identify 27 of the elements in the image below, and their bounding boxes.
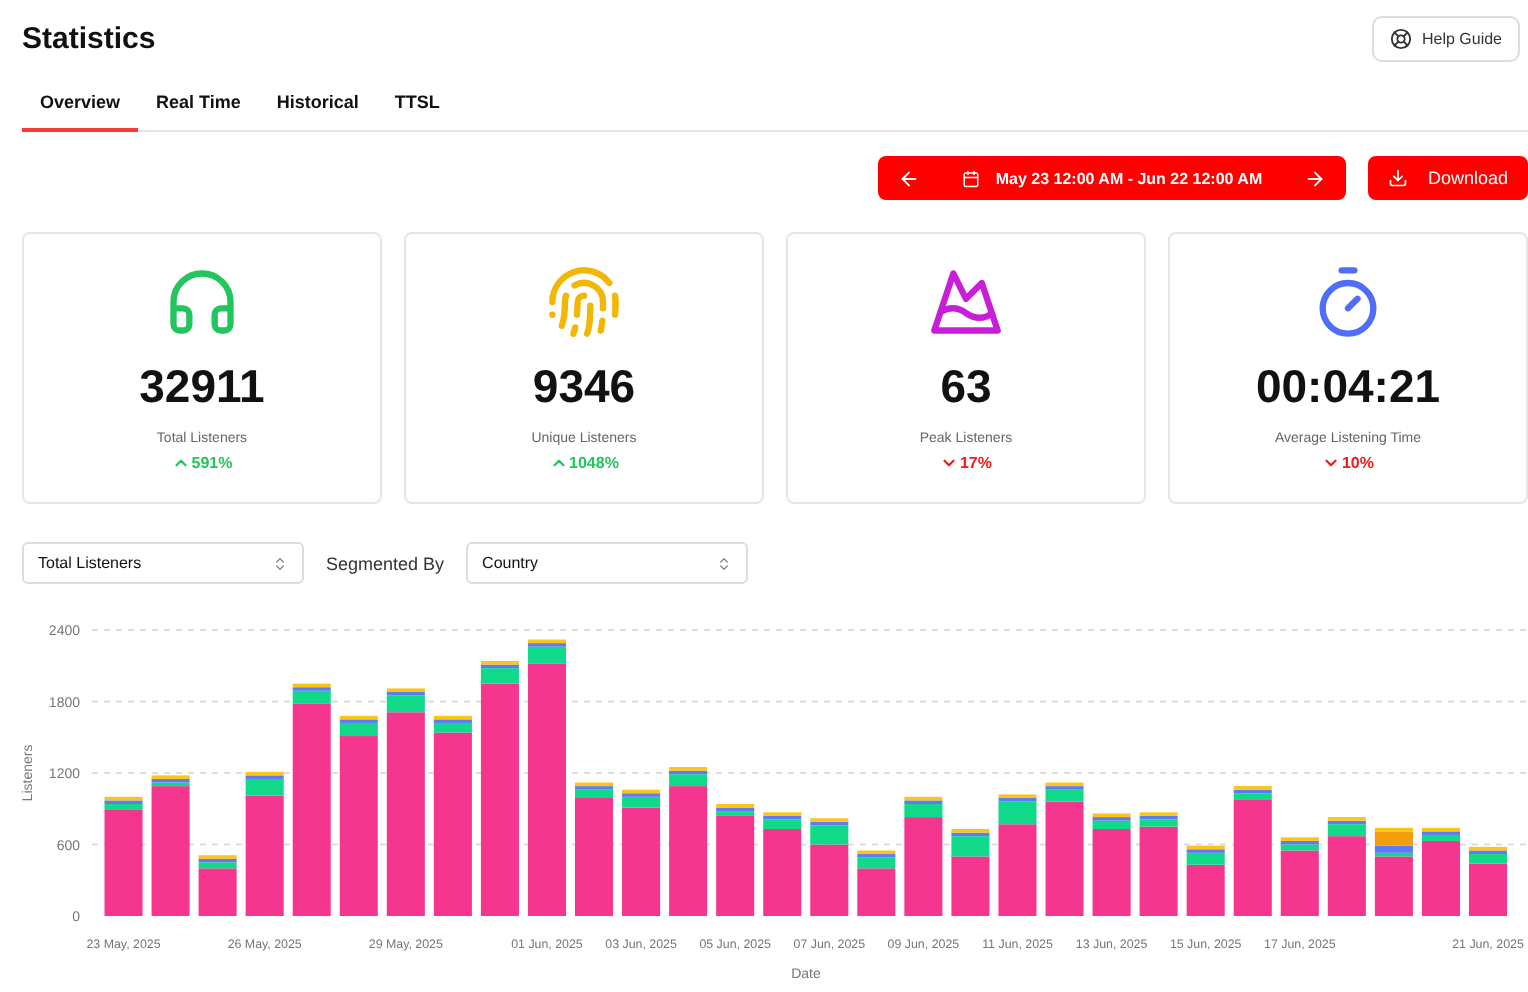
stat-change: 591% <box>191 454 233 472</box>
segment-select[interactable]: Country <box>466 542 749 584</box>
stat-change: 17% <box>959 454 992 472</box>
date-range-button[interactable]: May 23 12:00 AM - Jun 22 12:00 AM <box>878 156 1346 200</box>
help-guide-button[interactable]: Help Guide <box>1371 15 1520 61</box>
date-range-text: May 23 12:00 AM - Jun 22 12:00 AM <box>995 169 1263 187</box>
chevrons-up-down-icon <box>716 555 733 571</box>
calendar-icon <box>961 169 980 187</box>
arrow-right-icon <box>1304 167 1326 189</box>
tab[interactable]: Overview <box>22 76 139 132</box>
chevrons-up-down-icon <box>272 555 288 571</box>
stat-value: 00:04:21 <box>1255 360 1441 414</box>
segment-label: Segmented By <box>326 553 445 573</box>
page-title: Statistics <box>22 21 156 55</box>
stat-value: 9346 <box>532 360 636 414</box>
lifebuoy-icon <box>1389 27 1412 49</box>
stat-value: 63 <box>940 360 992 414</box>
stat-value: 32911 <box>139 360 265 414</box>
tab[interactable]: Historical <box>258 76 377 132</box>
download-icon <box>1388 168 1408 188</box>
metric-select[interactable]: Total Listeners <box>22 542 304 584</box>
arrow-left-icon <box>898 167 920 189</box>
stat-change: 1048% <box>569 454 619 472</box>
tab[interactable]: Real Time <box>138 76 259 132</box>
tab[interactable]: TTSL <box>376 76 458 132</box>
download-button[interactable]: Download <box>1368 156 1528 200</box>
stat-change: 10% <box>1341 454 1374 472</box>
